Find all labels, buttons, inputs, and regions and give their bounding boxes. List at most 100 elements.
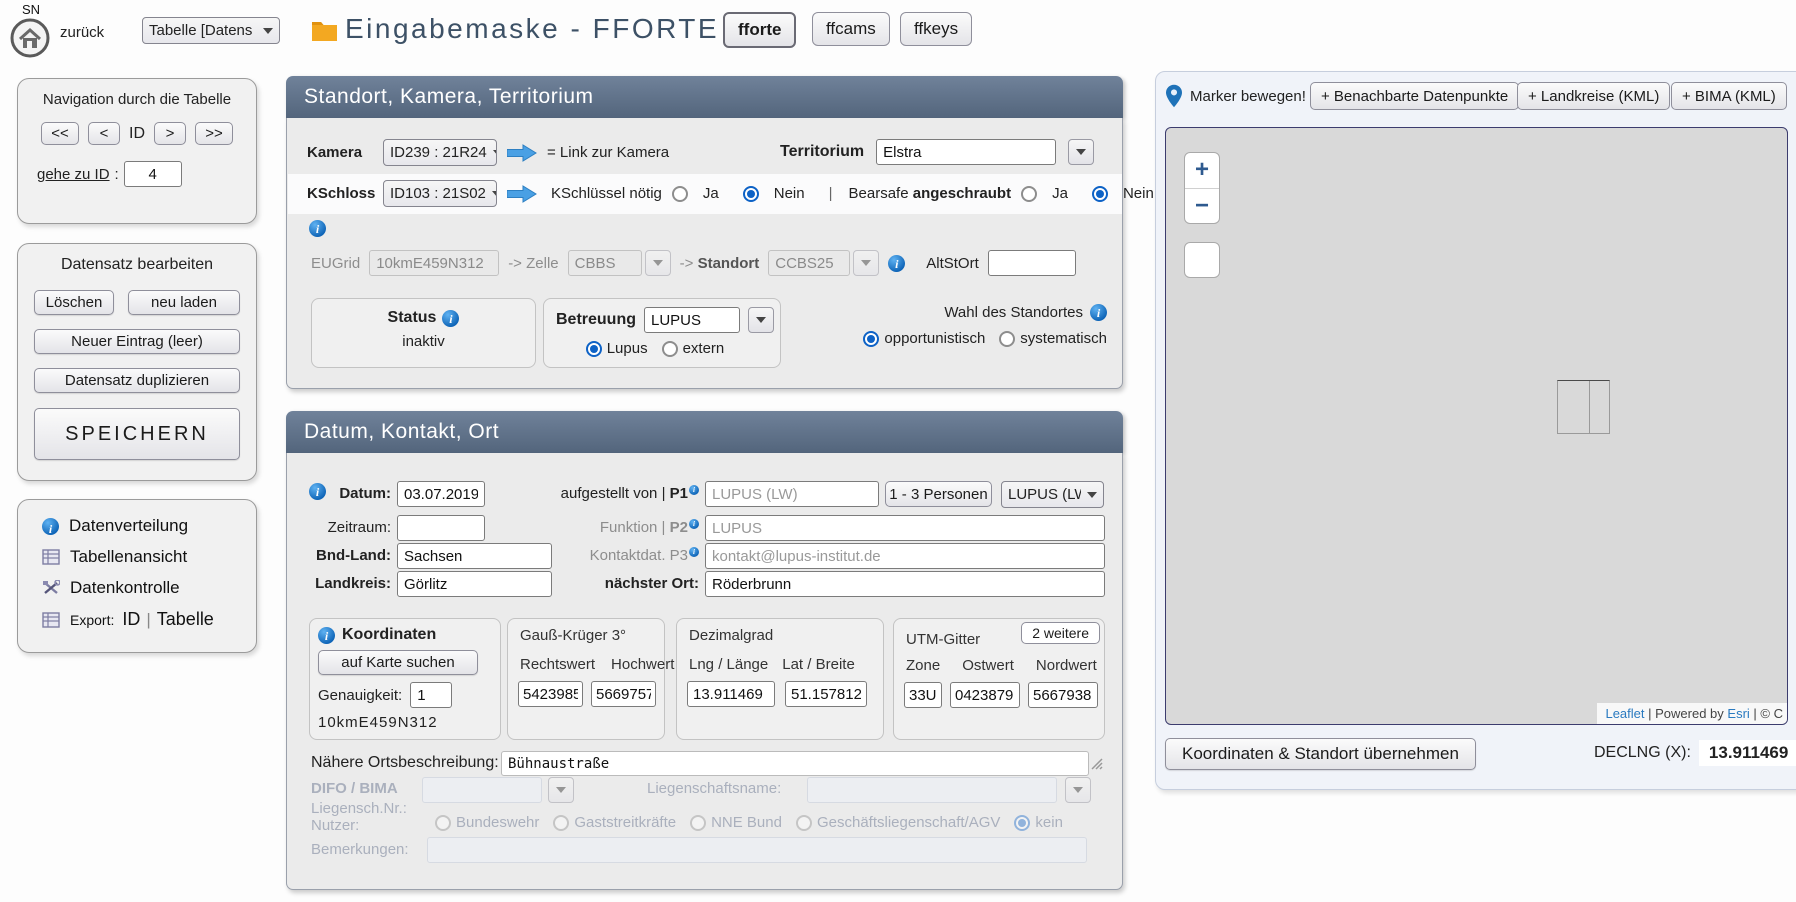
p2-input[interactable] bbox=[705, 515, 1105, 541]
landkreise-kml-button[interactable]: + Landkreise (KML) bbox=[1517, 82, 1670, 110]
liegenschaftsname-label: Liegenschaftsname: bbox=[647, 780, 781, 797]
opportunistisch-radio[interactable] bbox=[863, 331, 879, 347]
genauigkeit-input[interactable] bbox=[410, 682, 452, 708]
export-id-link[interactable]: ID bbox=[122, 609, 140, 630]
zoom-out-button[interactable]: − bbox=[1185, 189, 1219, 224]
zelle-dropdown-button bbox=[645, 250, 671, 276]
home-icon[interactable] bbox=[9, 17, 51, 59]
nutzer-label: Nutzer: bbox=[311, 817, 359, 834]
bemerkungen-label: Bemerkungen: bbox=[311, 841, 409, 858]
zeitraum-input[interactable] bbox=[397, 515, 485, 541]
altstort-input[interactable] bbox=[988, 250, 1076, 276]
datenpunkte-button[interactable]: + Benachbarte Datenpunkte bbox=[1310, 82, 1519, 110]
eugrid-label: EUGrid bbox=[311, 255, 360, 272]
map-attribution: Leaflet | Powered by Esri | © C bbox=[1597, 703, 1787, 724]
home-control[interactable]: SN bbox=[9, 2, 53, 59]
zoom-in-button[interactable]: + bbox=[1185, 153, 1219, 188]
kschloss-select[interactable]: ID103 : 21S02 bbox=[383, 180, 497, 207]
lat-input[interactable] bbox=[785, 681, 867, 707]
ort-input[interactable] bbox=[705, 571, 1105, 597]
new-entry-button[interactable]: Neuer Eintrag (leer) bbox=[34, 329, 240, 354]
beschreibung-label: Nähere Ortsbeschreibung: bbox=[311, 754, 499, 772]
systematisch-radio[interactable] bbox=[999, 331, 1015, 347]
utm-ost-input[interactable] bbox=[950, 682, 1020, 708]
landkreis-input[interactable] bbox=[397, 571, 552, 597]
chevron-down-icon bbox=[653, 260, 663, 266]
datenkontrolle-link[interactable]: Datenkontrolle bbox=[42, 578, 256, 598]
reload-button[interactable]: neu laden bbox=[128, 290, 240, 315]
altstort-label: AltStOrt bbox=[926, 255, 979, 272]
kschluessel-nein-radio[interactable] bbox=[743, 186, 759, 202]
apply-coordinates-button[interactable]: Koordinaten & Standort übernehmen bbox=[1165, 738, 1476, 770]
p1-select[interactable]: LUPUS (LW bbox=[1001, 481, 1104, 508]
bearsafe-nein-radio[interactable] bbox=[1092, 186, 1108, 202]
territorium-dropdown-button[interactable] bbox=[1068, 139, 1094, 165]
nav-first-button[interactable]: << bbox=[41, 122, 79, 145]
info-icon[interactable] bbox=[888, 255, 905, 272]
info-icon[interactable] bbox=[309, 220, 326, 237]
betreuung-input[interactable] bbox=[644, 307, 740, 333]
bndland-input[interactable] bbox=[397, 543, 552, 569]
map-zoom-control: + − bbox=[1184, 152, 1220, 224]
p1-input[interactable] bbox=[705, 481, 879, 507]
info-icon[interactable] bbox=[318, 627, 335, 644]
datum-panel-header: Datum, Kontakt, Ort bbox=[286, 411, 1123, 453]
duplicate-button[interactable]: Datensatz duplizieren bbox=[34, 368, 240, 393]
app-button-fforte[interactable]: fforte bbox=[723, 12, 796, 48]
nav-next-button[interactable]: > bbox=[154, 122, 186, 145]
navigation-box: Navigation durch die Tabelle << < ID > >… bbox=[17, 78, 257, 224]
delete-button[interactable]: Löschen bbox=[34, 290, 114, 315]
bima-kml-button[interactable]: + BIMA (KML) bbox=[1671, 82, 1787, 110]
table-select[interactable]: Tabelle [Datens bbox=[142, 17, 280, 44]
standort-input bbox=[768, 250, 850, 276]
lng-input[interactable] bbox=[687, 681, 775, 707]
utm-zone-input[interactable] bbox=[904, 682, 942, 708]
kamera-label: Kamera bbox=[307, 144, 373, 161]
karte-suchen-button[interactable]: auf Karte suchen bbox=[318, 650, 478, 675]
datum-label: Datum: bbox=[311, 485, 391, 502]
arrow-right-icon[interactable] bbox=[507, 185, 537, 203]
datenverteilung-link[interactable]: Datenverteilung bbox=[42, 516, 256, 536]
territorium-label: Territorium bbox=[780, 143, 864, 161]
info-icon[interactable] bbox=[1090, 304, 1107, 321]
utm-more-button[interactable]: 2 weitere bbox=[1021, 622, 1100, 644]
utm-nord-input[interactable] bbox=[1028, 682, 1098, 708]
hochwert-input[interactable] bbox=[591, 681, 656, 707]
betreuung-dropdown-button[interactable] bbox=[748, 307, 774, 333]
betreuung-extern-radio[interactable] bbox=[662, 341, 678, 357]
goto-id-link[interactable]: gehe zu ID bbox=[37, 166, 110, 183]
kamera-link-hint: = Link zur Kamera bbox=[547, 144, 669, 161]
nav-last-button[interactable]: >> bbox=[195, 122, 233, 145]
datum-input[interactable] bbox=[397, 481, 485, 507]
resize-grip-icon[interactable] bbox=[1089, 756, 1103, 770]
arrow-right-icon[interactable] bbox=[507, 144, 537, 162]
map-canvas[interactable]: + − Leaflet | Powered by Esri | © C bbox=[1165, 127, 1788, 725]
betreuung-lupus-radio[interactable] bbox=[586, 341, 602, 357]
nav-prev-button[interactable]: < bbox=[88, 122, 120, 145]
leaflet-link[interactable]: Leaflet bbox=[1605, 706, 1644, 721]
rechtswert-input[interactable] bbox=[518, 681, 583, 707]
map-extra-control[interactable] bbox=[1184, 242, 1220, 278]
status-value: inaktiv bbox=[312, 333, 535, 350]
p3-input[interactable] bbox=[705, 543, 1105, 569]
difo-label: DIFO / BIMA bbox=[311, 780, 398, 797]
personen-button[interactable]: 1 - 3 Personen bbox=[885, 481, 992, 507]
marker-hint: Marker bewegen! bbox=[1190, 88, 1306, 105]
export-table-link[interactable]: Tabelle bbox=[157, 609, 214, 630]
back-link[interactable]: zurück bbox=[60, 24, 104, 41]
kamera-select[interactable]: ID239 : 21R24 bbox=[383, 139, 497, 166]
status-label: Status bbox=[388, 309, 437, 327]
tabellenansicht-link[interactable]: Tabellenansicht bbox=[42, 547, 256, 567]
app-button-ffcams[interactable]: ffcams bbox=[812, 12, 890, 46]
goto-id-input[interactable] bbox=[124, 161, 182, 187]
bearsafe-label: Bearsafe angeschraubt bbox=[849, 185, 1012, 202]
beschreibung-textarea[interactable] bbox=[501, 751, 1089, 776]
info-icon[interactable] bbox=[442, 310, 459, 327]
esri-link[interactable]: Esri bbox=[1727, 706, 1749, 721]
kschluessel-ja-radio[interactable] bbox=[672, 186, 688, 202]
territorium-input[interactable] bbox=[876, 139, 1056, 165]
save-button[interactable]: SPEICHERN bbox=[34, 408, 240, 460]
nutzer-geschaeftsliegenschaft-radio bbox=[796, 815, 812, 831]
app-button-ffkeys[interactable]: ffkeys bbox=[900, 12, 972, 46]
bearsafe-ja-radio[interactable] bbox=[1021, 186, 1037, 202]
